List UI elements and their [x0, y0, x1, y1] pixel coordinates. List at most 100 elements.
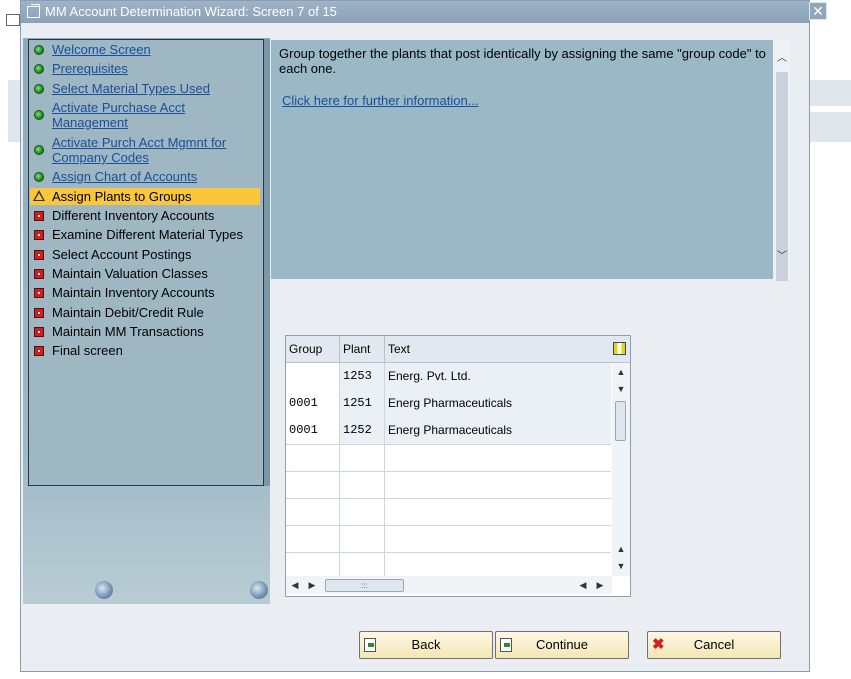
nav-item-label[interactable]: Select Material Types Used	[52, 81, 210, 96]
plant-cell: 1252	[340, 417, 385, 444]
nav-item-activate-purchase-acct[interactable]: Activate Purchase Acct Management	[30, 100, 260, 130]
nav-item-assign-chart-of-accounts[interactable]: Assign Chart of Accounts	[30, 169, 260, 184]
table-row: 0001 1251 Energ Pharmaceuticals	[286, 390, 611, 418]
status-pending-icon	[34, 230, 44, 240]
text-cell: Energ Pharmaceuticals	[388, 396, 513, 410]
nav-item-assign-plants-to-groups[interactable]: Assign Plants to Groups	[30, 188, 260, 205]
nav-item-maintain-inventory-accounts: Maintain Inventory Accounts	[30, 285, 260, 300]
nav-item-maintain-mm-transactions: Maintain MM Transactions	[30, 324, 260, 339]
status-done-icon	[34, 45, 44, 55]
nav-item-different-inventory-accounts: Different Inventory Accounts	[30, 208, 260, 223]
nav-item-activate-purch-acct-company-codes[interactable]: Activate Purch Acct Mgmnt for Company Co…	[30, 135, 260, 165]
further-information-link[interactable]: Click here for further information...	[282, 93, 479, 108]
cancel-button[interactable]: ✖ Cancel	[647, 631, 781, 659]
scroll-thumb[interactable]	[615, 401, 626, 441]
cancel-x-icon: ✖	[652, 636, 665, 653]
nav-item-maintain-debit-credit-rule: Maintain Debit/Credit Rule	[30, 305, 260, 320]
nav-item-label[interactable]: Activate Purchase Acct Management	[52, 100, 222, 130]
window-icon	[27, 4, 40, 18]
nav-item-label[interactable]: Welcome Screen	[52, 42, 151, 57]
back-button[interactable]: Back	[359, 631, 493, 659]
nav-item-label[interactable]: Activate Purch Acct Mgmnt for Company Co…	[52, 135, 242, 165]
nav-item-label: Maintain MM Transactions	[52, 324, 204, 339]
table-row-empty	[286, 498, 611, 526]
decorative-orb-icon	[250, 581, 268, 599]
status-pending-icon	[34, 346, 44, 356]
scroll-right-icon[interactable]: ▶	[305, 578, 319, 592]
nav-item-select-material-types[interactable]: Select Material Types Used	[30, 81, 260, 96]
current-step-warning-icon	[33, 190, 45, 201]
background-toolbar-strip-2	[810, 112, 851, 142]
status-pending-icon	[34, 269, 44, 279]
table-horizontal-scrollbar[interactable]: ◀ ▶ ::: ◀ ▶	[286, 576, 612, 594]
nav-item-select-account-postings: Select Account Postings	[30, 247, 260, 262]
scroll-up-icon[interactable]: ▲	[614, 365, 628, 379]
cancel-button-label: Cancel	[693, 637, 735, 652]
scroll-down-icon[interactable]: ▼	[614, 382, 628, 396]
nav-item-maintain-valuation-classes: Maintain Valuation Classes	[30, 266, 260, 281]
nav-item-label: Final screen	[52, 343, 123, 358]
nav-item-label: Assign Plants to Groups	[52, 189, 192, 204]
instruction-text: Group together the plants that post iden…	[279, 46, 766, 76]
group-code-input[interactable]	[286, 363, 340, 390]
table-settings-icon[interactable]	[613, 342, 626, 355]
text-cell: Energ Pharmaceuticals	[388, 423, 513, 437]
status-done-icon	[34, 110, 44, 120]
status-pending-icon	[34, 288, 44, 298]
nav-item-label: Maintain Inventory Accounts	[52, 285, 215, 300]
group-code-input[interactable]: 0001	[286, 390, 340, 417]
scroll-thumb[interactable]: :::	[325, 579, 404, 592]
title-bar: MM Account Determination Wizard: Screen …	[21, 1, 827, 23]
status-pending-icon	[34, 211, 44, 221]
plant-cell: 1253	[340, 363, 385, 390]
plant-cell: 1251	[340, 390, 385, 417]
nav-item-final-screen: Final screen	[30, 343, 260, 358]
column-header-group[interactable]: Group	[286, 336, 340, 362]
column-header-plant[interactable]: Plant	[340, 336, 385, 362]
plant-group-table: Group Plant Text 1253 Energ. Pvt. Ltd. 0…	[285, 335, 631, 597]
status-done-icon	[34, 172, 44, 182]
close-button[interactable]: ✕	[809, 2, 827, 20]
scroll-page-left-icon[interactable]: ◀	[576, 578, 590, 592]
nav-item-label: Examine Different Material Types	[52, 227, 243, 242]
group-code-input[interactable]: 0001	[286, 417, 340, 444]
info-scrollbar[interactable]: ︿ ﹀	[774, 40, 790, 281]
window-title: MM Account Determination Wizard: Screen …	[45, 4, 337, 19]
text-cell: Energ. Pvt. Ltd.	[388, 369, 471, 383]
table-row: 0001 1252 Energ Pharmaceuticals	[286, 417, 611, 445]
nav-item-label[interactable]: Prerequisites	[52, 61, 128, 76]
status-done-icon	[34, 64, 44, 74]
continue-icon	[500, 638, 512, 652]
scroll-down-icon[interactable]: ﹀	[776, 250, 788, 264]
back-button-label: Back	[411, 637, 441, 652]
status-done-icon	[34, 84, 44, 94]
table-vertical-scrollbar[interactable]: ▲ ▼ ▲ ▼	[612, 363, 630, 576]
back-icon	[364, 638, 376, 652]
table-row-empty	[286, 444, 611, 472]
scroll-page-down-icon[interactable]: ▼	[614, 559, 628, 573]
scroll-page-right-icon[interactable]: ▶	[593, 578, 607, 592]
decorative-orb-icon	[95, 581, 113, 599]
continue-button[interactable]: Continue	[495, 631, 629, 659]
column-header-text[interactable]: Text	[385, 336, 611, 362]
status-pending-icon	[34, 308, 44, 318]
scroll-left-icon[interactable]: ◀	[288, 578, 302, 592]
scroll-page-up-icon[interactable]: ▲	[614, 542, 628, 556]
nav-item-prerequisites[interactable]: Prerequisites	[30, 61, 260, 76]
nav-item-welcome-screen[interactable]: Welcome Screen	[30, 42, 260, 57]
nav-item-label: Maintain Valuation Classes	[52, 266, 208, 281]
nav-item-examine-material-types: Examine Different Material Types	[30, 227, 260, 242]
status-done-icon	[34, 145, 44, 155]
table-row: 1253 Energ. Pvt. Ltd.	[286, 363, 611, 391]
table-header: Group Plant Text	[286, 336, 630, 363]
background-toolbar-strip-3	[8, 80, 20, 142]
continue-button-label: Continue	[535, 637, 589, 652]
nav-panel-edge	[264, 39, 270, 486]
background-toolbar-strip	[810, 80, 851, 106]
background-app-icon	[6, 14, 20, 26]
table-row-empty	[286, 471, 611, 499]
table-row-empty	[286, 552, 611, 576]
nav-item-label: Select Account Postings	[52, 247, 192, 262]
scroll-up-icon[interactable]: ︿	[776, 52, 788, 66]
nav-item-label[interactable]: Assign Chart of Accounts	[52, 169, 197, 184]
